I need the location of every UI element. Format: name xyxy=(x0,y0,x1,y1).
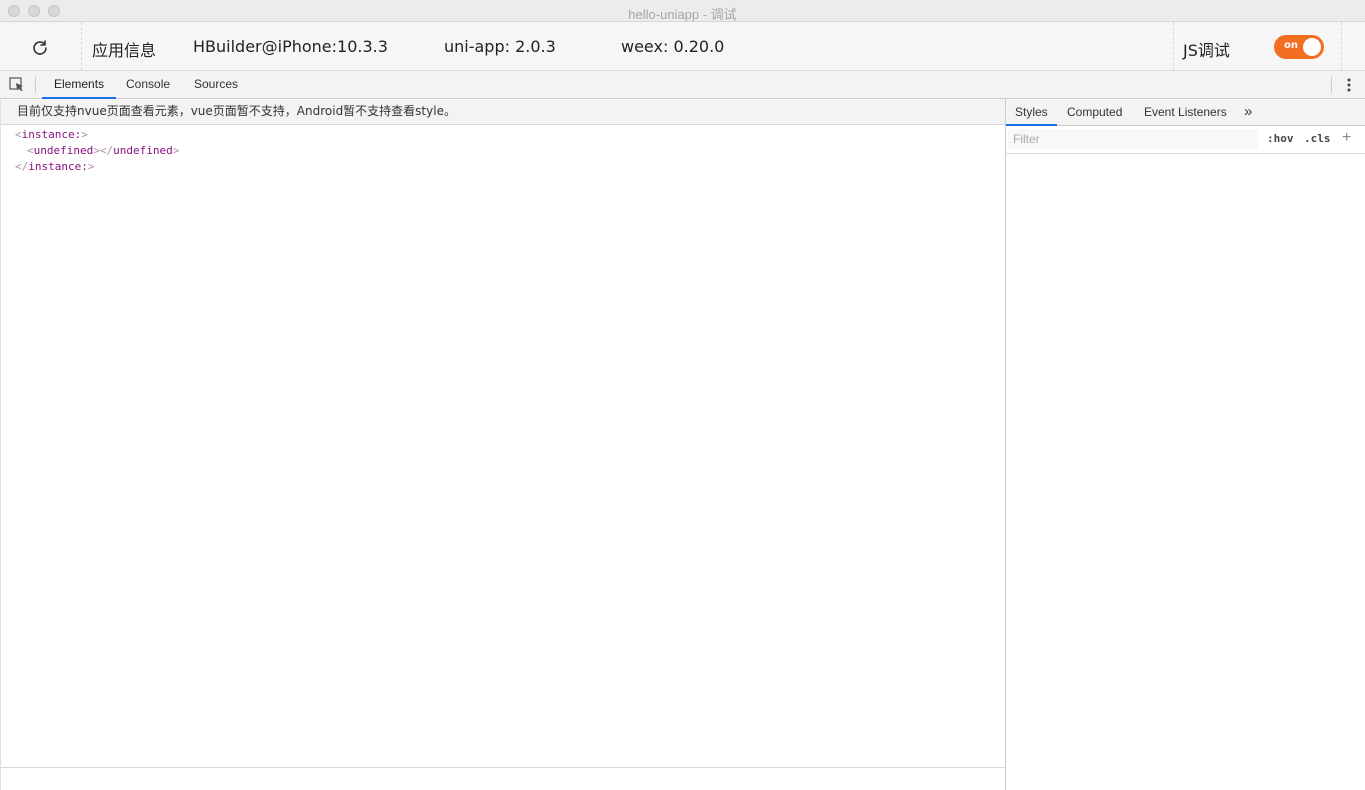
inspect-element-button[interactable] xyxy=(8,76,26,94)
window-title: hello-uniapp - 调试 xyxy=(628,7,737,22)
divider xyxy=(35,77,36,93)
divider xyxy=(1173,22,1174,70)
styles-filter-row: :hov .cls + xyxy=(1006,126,1365,154)
breadcrumb-bar xyxy=(1,767,1005,790)
dom-node-undefined[interactable]: <undefined></undefined> xyxy=(15,143,1005,159)
tab-elements[interactable]: Elements xyxy=(42,71,117,99)
divider xyxy=(1341,22,1342,70)
support-notice: 目前仅支持nvue页面查看元素，vue页面暂不支持，Android暂不支持查看s… xyxy=(1,99,1005,125)
dom-node-instance-close[interactable]: </instance:> xyxy=(15,159,1005,175)
tab-event-listeners[interactable]: Event Listeners xyxy=(1135,99,1236,126)
toggle-knob xyxy=(1303,38,1321,56)
inspect-cursor-icon xyxy=(9,77,23,92)
kebab-menu-icon xyxy=(1347,78,1351,92)
toggle-state-label: on xyxy=(1284,40,1298,51)
new-style-rule-button[interactable]: + xyxy=(1342,129,1351,147)
tab-computed[interactable]: Computed xyxy=(1058,99,1131,126)
refresh-icon xyxy=(33,40,47,55)
dom-tree: <instance:> <undefined></undefined> </in… xyxy=(1,125,1005,175)
devtools-tabbar: Elements Console Sources xyxy=(0,71,1365,99)
dom-node-instance-open[interactable]: <instance:> xyxy=(15,127,1005,143)
device-label: HBuilder@iPhone:10.3.3 xyxy=(193,37,388,56)
app-info-label: 应用信息 xyxy=(92,41,157,60)
tab-console[interactable]: Console xyxy=(114,71,182,99)
styles-filter-input[interactable] xyxy=(1008,129,1258,149)
elements-panel: 目前仅支持nvue页面查看元素，vue页面暂不支持，Android暂不支持查看s… xyxy=(0,99,1006,790)
divider xyxy=(81,22,82,70)
js-debug-toggle[interactable]: on xyxy=(1274,35,1324,59)
tab-styles[interactable]: Styles xyxy=(1006,99,1057,126)
more-tabs-chevron-icon[interactable]: » xyxy=(1244,99,1252,126)
uniapp-version-label: uni-app: 2.0.3 xyxy=(444,37,556,56)
device-info-bar: 应用信息 HBuilder@iPhone:10.3.3 uni-app: 2.0… xyxy=(0,22,1365,71)
js-debug-label: JS调试 xyxy=(1183,41,1230,60)
refresh-button[interactable] xyxy=(28,36,52,60)
hov-toggle-button[interactable]: :hov xyxy=(1267,132,1294,145)
weex-version-label: weex: 0.20.0 xyxy=(621,37,725,56)
divider xyxy=(1331,77,1332,93)
more-options-button[interactable] xyxy=(1342,76,1356,94)
styles-sidebar: Styles Computed Event Listeners » :hov .… xyxy=(1006,99,1365,790)
window-titlebar: hello-uniapp - 调试 xyxy=(0,0,1365,22)
tab-sources[interactable]: Sources xyxy=(182,71,250,99)
sidebar-tabbar: Styles Computed Event Listeners » xyxy=(1006,99,1365,126)
cls-toggle-button[interactable]: .cls xyxy=(1304,132,1331,145)
